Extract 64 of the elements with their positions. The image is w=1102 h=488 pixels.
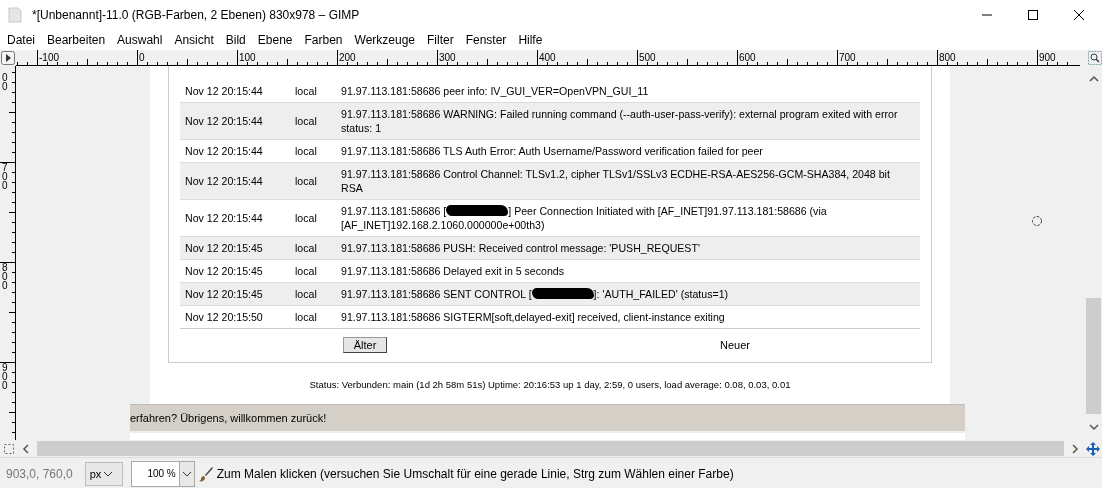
- date-cell-text: Nov 12 20:15:45: [184, 264, 264, 279]
- source-cell-text: local: [294, 211, 318, 226]
- app-icon: [8, 7, 22, 23]
- source-cell-text: local: [294, 114, 318, 129]
- horizontal-ruler: -100 0 100 200 300 400 500 600 700 800 900: [16, 50, 1080, 66]
- date-cell-text: Nov 12 20:15:44: [184, 174, 264, 189]
- scroll-left-icon[interactable]: [21, 442, 31, 455]
- menu-item[interactable]: Datei: [0, 33, 40, 47]
- quick-mask-icon[interactable]: [3, 442, 15, 455]
- zoom-icon[interactable]: [1088, 51, 1102, 65]
- source-cell-text: local: [294, 310, 318, 325]
- status-text: Status: Verbunden: main (1d 2h 58m 51s) Uptime: 20:16:53 up 1 day, 2:59, 0 users, load average: 0.08, 0.03, 0.01: [308, 379, 792, 390]
- status-message: Zum Malen klicken (versuchen Sie Umschalt für eine gerade Linie, Strg zum Wählen einer Farbe): [216, 466, 734, 481]
- source-cell-text: local: [294, 287, 318, 302]
- window-title: *[Unbenannt]-11.0 (RGB-Farben, 2 Ebenen) 830x978 – GIMP: [32, 8, 360, 22]
- menu-item[interactable]: Fenster: [458, 33, 512, 47]
- scroll-down-icon[interactable]: [1087, 422, 1100, 432]
- menu-item[interactable]: Bearbeiten: [40, 33, 111, 47]
- log-message: 91.97.113.181:58686 Control Channel: TLSv1.2, cipher TLSv1/SSLv3 ECDHE-RSA-AES256-GCM-SHA384, 2048 bit RSA: [341, 167, 891, 195]
- unit-dropdown[interactable]: px: [84, 461, 123, 486]
- date-cell-text: Nov 12 20:15:44: [184, 144, 264, 159]
- log-message: 91.97.113.181:58686 TLS Auth Error: Auth Username/Password verification failed for peer: [341, 144, 764, 158]
- source-cell-text: local: [294, 264, 318, 279]
- menu-item[interactable]: Hilfe: [511, 33, 548, 47]
- older-button[interactable]: Älter: [342, 337, 388, 353]
- date-cell-text: Nov 12 20:15:44: [184, 211, 264, 226]
- log-message: 91.97.113.181:58686 peer info: IV_GUI_VER=OpenVPN_GUI_11: [341, 84, 650, 98]
- source-cell-text: local: [294, 241, 318, 256]
- newer-label: Neuer: [720, 339, 750, 351]
- scrollbar-thumb[interactable]: [37, 441, 1064, 456]
- paintbrush-icon: [198, 465, 213, 482]
- date-cell-text: Nov 12 20:15:50: [184, 310, 264, 325]
- menu-item[interactable]: Ansicht: [167, 33, 219, 47]
- menu-item[interactable]: Ebene: [250, 33, 298, 47]
- log-message: 91.97.113.181:58686 SENT CONTROL [ ]: 'AUTH_FAILED' (status=1): [341, 287, 730, 301]
- log-message: 91.97.113.181:58686 [ ] Peer Connection Initiated with [AF_INET]91.97.113.181:58686 (via [AF_INET]192.168.2.1060.000000e+00th3): [341, 204, 828, 232]
- zoom-field[interactable]: 100 %: [130, 460, 195, 487]
- date-cell-text: Nov 12 20:15:45: [184, 241, 264, 256]
- log-message: 91.97.113.181:58686 WARNING: Failed running command (--auth-user-pass-verify): external program exited with error status: 1: [341, 107, 899, 135]
- date-cell-text: Nov 12 20:15:44: [184, 114, 264, 129]
- vertical-ruler: 00 700 800 900: [0, 66, 16, 440]
- scroll-right-icon[interactable]: [1070, 442, 1080, 455]
- date-cell-text: Nov 12 20:15:45: [184, 287, 264, 302]
- source-cell-text: local: [294, 84, 318, 99]
- banner-text: erfahren? Übrigens, willkommen zurück!: [130, 412, 327, 424]
- pointer-coordinates: 903,0, 760,0: [5, 466, 74, 481]
- scroll-up-icon[interactable]: [1087, 74, 1100, 84]
- date-cell-text: Nov 12 20:15:44: [184, 84, 264, 99]
- menu-item[interactable]: Auswahl: [110, 33, 168, 47]
- close-icon: [1074, 10, 1084, 20]
- menu-item[interactable]: Farben: [297, 33, 348, 47]
- caret-icon: [103, 469, 114, 478]
- menu-item[interactable]: Werkzeuge: [347, 33, 420, 47]
- caret-icon: [181, 469, 192, 478]
- source-cell-text: local: [294, 174, 318, 189]
- log-message: 91.97.113.181:58686 Delayed exit in 5 seconds: [341, 264, 566, 278]
- navigate-icon[interactable]: [1086, 441, 1100, 456]
- log-message: 91.97.113.181:58686 PUSH: Received control message: 'PUSH_REQUEST': [341, 241, 701, 255]
- menu-item[interactable]: Bild: [218, 33, 251, 47]
- source-cell-text: local: [294, 144, 318, 159]
- spinner-icon: [1031, 215, 1043, 227]
- log-message: 91.97.113.181:58686 SIGTERM[soft,delayed-exit] received, client-instance exiting: [341, 310, 726, 324]
- menu-item[interactable]: Filter: [420, 33, 459, 47]
- maximize-icon: [1028, 10, 1038, 20]
